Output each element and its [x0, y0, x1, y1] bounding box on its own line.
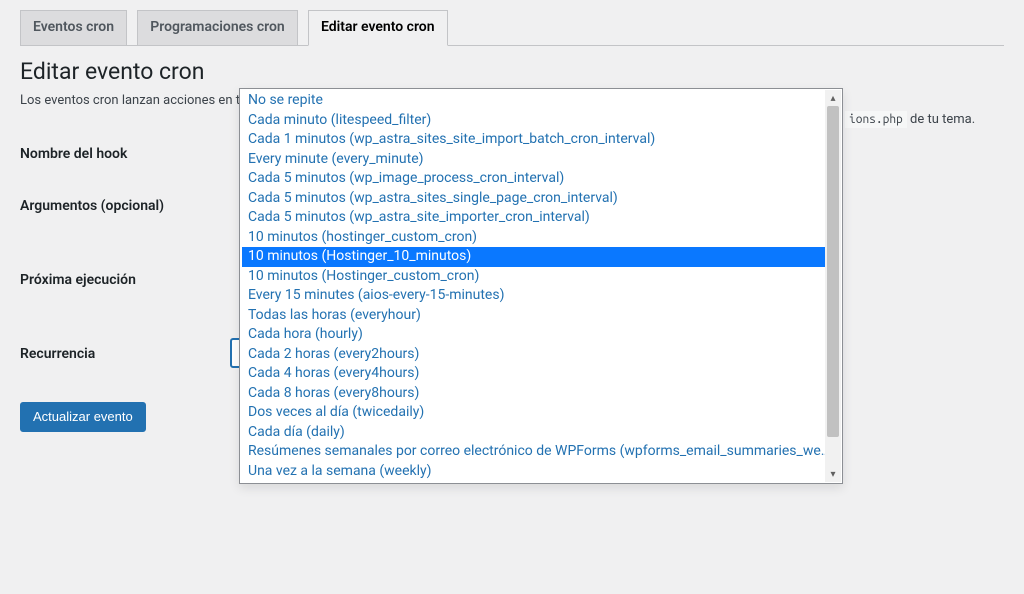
recurrence-option[interactable]: Cada 2 horas (every2hours)	[242, 345, 840, 365]
label-recurrence: Recurrencia	[20, 328, 230, 380]
label-hook-name: Nombre del hook	[20, 128, 230, 180]
label-next-run: Próxima ejecución	[20, 232, 230, 328]
recurrence-dropdown[interactable]: No se repiteCada minuto (litespeed_filte…	[239, 88, 843, 484]
recurrence-option[interactable]: Every minute (every_minute)	[242, 150, 840, 170]
scroll-thumb[interactable]	[827, 106, 839, 437]
recurrence-option[interactable]: Cada hora (hourly)	[242, 325, 840, 345]
recurrence-option[interactable]: Cada 1 minutos (wp_astra_sites_site_impo…	[242, 130, 840, 150]
intro-tail: ions.php de tu tema.	[845, 112, 975, 127]
recurrence-option[interactable]: Cada día (daily)	[242, 423, 840, 443]
scroll-track[interactable]	[825, 106, 841, 466]
tab-eventos-cron[interactable]: Eventos cron	[20, 10, 127, 46]
recurrence-option[interactable]: Cada 8 horas (every8hours)	[242, 384, 840, 404]
recurrence-option[interactable]: 10 minutos (Hostinger_10_minutos)	[242, 247, 840, 267]
recurrence-option[interactable]: Cada 5 minutos (wp_image_process_cron_in…	[242, 169, 840, 189]
label-arguments: Argumentos (opcional)	[20, 180, 230, 232]
recurrence-option[interactable]: Cada 5 minutos (wp_astra_sites_single_pa…	[242, 189, 840, 209]
recurrence-option[interactable]: 10 minutos (Hostinger_custom_cron)	[242, 267, 840, 287]
nav-tabs: Eventos cron Programaciones cron Editar …	[20, 10, 1004, 46]
intro-suffix: de tu tema.	[907, 112, 975, 127]
recurrence-option[interactable]: Una vez a la semana (weekly)	[242, 462, 840, 482]
scroll-up-icon[interactable]: ▴	[825, 90, 841, 106]
scroll-down-icon[interactable]: ▾	[825, 466, 841, 482]
update-event-button[interactable]: Actualizar evento	[20, 402, 146, 432]
recurrence-option[interactable]: Cada 5 minutos (wp_astra_site_importer_c…	[242, 208, 840, 228]
recurrence-option[interactable]: Resúmenes semanales por correo electróni…	[242, 442, 840, 462]
intro-prefix: Los eventos cron lanzan acciones en tu	[20, 93, 247, 108]
tab-programaciones-cron[interactable]: Programaciones cron	[137, 10, 298, 46]
tab-editar-evento-cron[interactable]: Editar evento cron	[308, 10, 448, 46]
recurrence-option[interactable]: No se repite	[242, 91, 840, 111]
page-title: Editar evento cron	[20, 58, 1004, 85]
recurrence-option[interactable]: 10 minutos (hostinger_custom_cron)	[242, 228, 840, 248]
intro-code: ions.php	[845, 111, 907, 128]
recurrence-option[interactable]: Todas las horas (everyhour)	[242, 306, 840, 326]
recurrence-option[interactable]: Every 15 minutes (aios-every-15-minutes)	[242, 286, 840, 306]
recurrence-option[interactable]: Cada minuto (litespeed_filter)	[242, 111, 840, 131]
recurrence-option[interactable]: Dos veces al día (twicedaily)	[242, 403, 840, 423]
recurrence-option[interactable]: Cada 4 horas (every4hours)	[242, 364, 840, 384]
dropdown-scrollbar[interactable]: ▴ ▾	[825, 90, 841, 482]
